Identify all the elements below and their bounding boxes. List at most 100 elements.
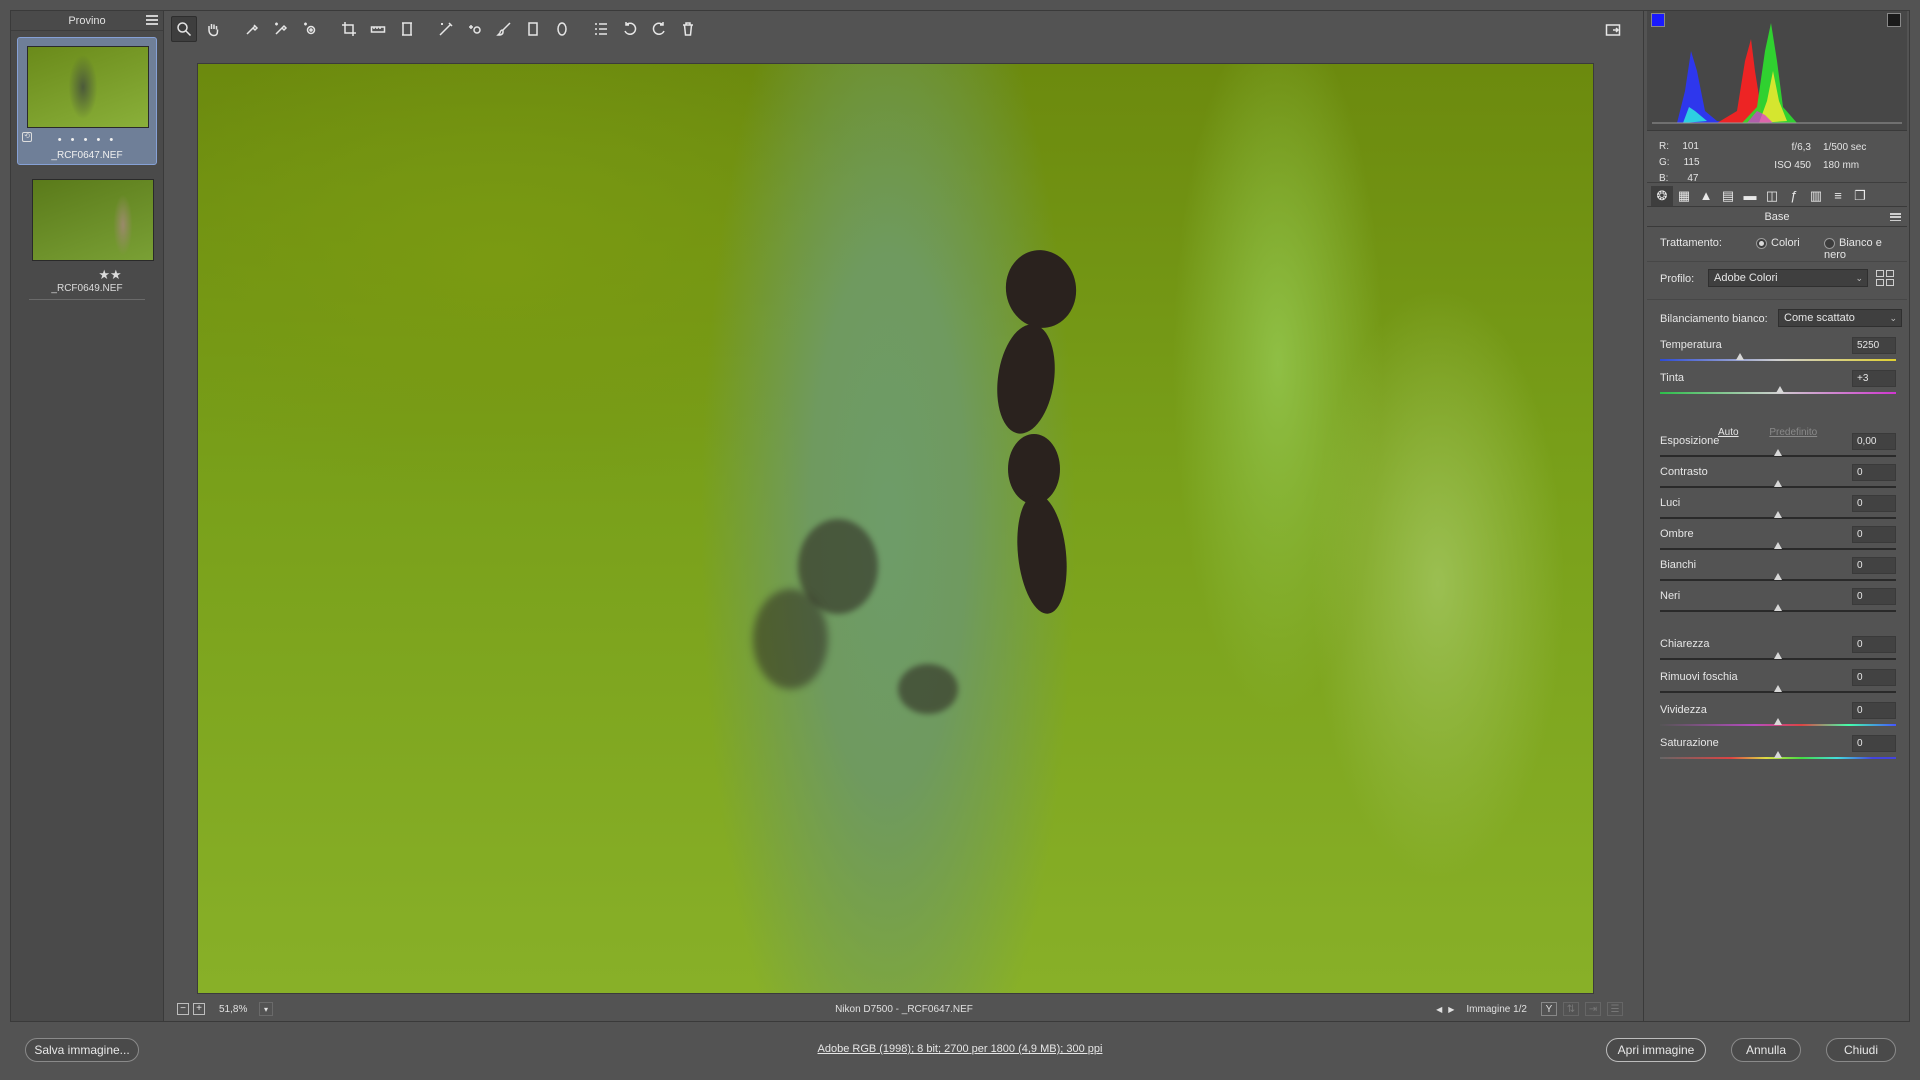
slider-thumb[interactable]	[1774, 604, 1782, 611]
previous-image-icon[interactable]: ◀	[1436, 1005, 1442, 1014]
slider-value-input[interactable]: 0	[1852, 526, 1896, 543]
slider-label: Tinta	[1660, 372, 1685, 384]
rotate-right-icon[interactable]	[646, 16, 672, 42]
slider-value-input[interactable]: 0,00	[1852, 433, 1896, 450]
transform-icon[interactable]	[394, 16, 420, 42]
detail-tab-icon[interactable]: ▲	[1695, 186, 1717, 206]
image-navigation: ◀ ▶ Immagine 1/2	[1436, 1004, 1527, 1015]
presets-tab-icon[interactable]: ≡	[1827, 186, 1849, 206]
targeted-adjust-icon[interactable]	[297, 16, 323, 42]
spot-removal-icon[interactable]	[433, 16, 459, 42]
trash-icon[interactable]	[675, 16, 701, 42]
cancel-button[interactable]: Annulla	[1731, 1038, 1801, 1062]
color-radio[interactable]: Colori	[1756, 237, 1800, 249]
slider-contrasto: Contrasto 0	[1660, 464, 1896, 496]
zoom-out-button[interactable]: −	[177, 1003, 189, 1015]
slider-track[interactable]	[1660, 359, 1896, 361]
shutter-speed: 1/500 sec	[1823, 142, 1867, 153]
aperture: f/6,3	[1791, 142, 1811, 153]
slider-label: Vividezza	[1660, 704, 1707, 716]
filmstrip-menu-icon[interactable]	[146, 15, 158, 25]
adjustment-brush-icon[interactable]	[491, 16, 517, 42]
split-toning-tab-icon[interactable]: ▬	[1739, 186, 1761, 206]
slider-bianchi: Bianchi 0	[1660, 557, 1896, 589]
slider-value-input[interactable]: 0	[1852, 464, 1896, 481]
crop-icon[interactable]	[336, 16, 362, 42]
chevron-down-icon: ⌄	[1855, 273, 1863, 283]
slider-thumb[interactable]	[1774, 480, 1782, 487]
tone-curve-tab-icon[interactable]: ▦	[1673, 186, 1695, 206]
slider-value-input[interactable]: 0	[1852, 735, 1896, 752]
hand-icon[interactable]	[200, 16, 226, 42]
rating-stars[interactable]: • • • • •	[18, 134, 156, 146]
status-bar: − + 51,8% ▾ Nikon D7500 - _RCF0647.NEF ◀…	[171, 997, 1637, 1021]
filmstrip-item[interactable]: ⟲ • • • • • _RCF0647.NEF	[17, 37, 157, 165]
slider-thumb[interactable]	[1774, 718, 1782, 725]
toggle-settings-icon[interactable]: ☰	[1607, 1002, 1623, 1016]
zoom-level: 51,8%	[219, 1003, 248, 1015]
slider-thumb[interactable]	[1774, 511, 1782, 518]
slider-thumb[interactable]	[1774, 573, 1782, 580]
ant-shape	[990, 320, 1062, 438]
slider-thumb[interactable]	[1774, 685, 1782, 692]
radial-filter-icon[interactable]	[549, 16, 575, 42]
auto-link[interactable]: Auto	[1718, 427, 1739, 438]
default-link[interactable]: Predefinito	[1769, 427, 1817, 438]
slider-ombre: Ombre 0	[1660, 526, 1896, 558]
histogram	[1647, 11, 1907, 131]
slider-value-input[interactable]: +3	[1852, 370, 1896, 387]
rating-stars[interactable]: ★★	[63, 267, 157, 283]
slider-value-input[interactable]: 0	[1852, 495, 1896, 512]
slider-value-input[interactable]: 0	[1852, 669, 1896, 686]
filmstrip-item[interactable]: ★★ _RCF0649.NEF	[17, 179, 157, 307]
straighten-icon[interactable]	[365, 16, 391, 42]
panel-menu-icon[interactable]	[1890, 213, 1901, 221]
panel-title-text: Base	[1764, 211, 1790, 223]
zoom-icon[interactable]	[171, 16, 197, 42]
slider-label: Ombre	[1660, 528, 1694, 540]
slider-thumb[interactable]	[1774, 449, 1782, 456]
slider-value-input[interactable]: 0	[1852, 588, 1896, 605]
red-eye-icon[interactable]	[462, 16, 488, 42]
effects-tab-icon[interactable]: ƒ	[1783, 186, 1805, 206]
slider-label: Esposizione	[1660, 435, 1720, 447]
slider-thumb[interactable]	[1774, 751, 1782, 758]
open-image-button[interactable]: Apri immagine	[1606, 1038, 1706, 1062]
copy-settings-icon[interactable]: ⇥	[1585, 1002, 1601, 1016]
slider-label: Luci	[1660, 497, 1681, 509]
slider-value-input[interactable]: 0	[1852, 636, 1896, 653]
slider-value-input[interactable]: 5250	[1852, 337, 1896, 354]
hsl-tab-icon[interactable]: ▤	[1717, 186, 1739, 206]
white-balance-icon[interactable]	[239, 16, 265, 42]
camera-calibration-tab-icon[interactable]: ▥	[1805, 186, 1827, 206]
photo-preview[interactable]	[197, 63, 1594, 994]
slider-thumb[interactable]	[1774, 542, 1782, 549]
slider-thumb[interactable]	[1776, 386, 1785, 393]
zoom-dropdown-icon[interactable]: ▾	[259, 1002, 273, 1016]
preferences-icon[interactable]	[588, 16, 614, 42]
thumbnail-filename: _RCF0649.NEF	[51, 283, 123, 294]
snapshots-tab-icon[interactable]: ❐	[1849, 186, 1871, 206]
before-after-button[interactable]: Y	[1541, 1002, 1557, 1016]
slider-thumb[interactable]	[1736, 353, 1745, 360]
swap-settings-icon[interactable]: ⇅	[1563, 1002, 1579, 1016]
fullscreen-icon[interactable]	[1600, 17, 1626, 43]
bw-radio[interactable]: Bianco e nero	[1824, 237, 1896, 261]
slider-value-input[interactable]: 0	[1852, 557, 1896, 574]
graduated-filter-icon[interactable]	[520, 16, 546, 42]
slider-thumb[interactable]	[1774, 652, 1782, 659]
zoom-in-button[interactable]: +	[193, 1003, 205, 1015]
profile-select[interactable]: Adobe Colori ⌄	[1708, 269, 1868, 287]
basic-tab-icon[interactable]: ❂	[1651, 185, 1673, 206]
color-sampler-icon[interactable]	[268, 16, 294, 42]
slider-value-input[interactable]: 0	[1852, 702, 1896, 719]
white-balance-select[interactable]: Come scattato ⌄	[1778, 309, 1902, 327]
panel-title: Base	[1647, 209, 1907, 227]
next-image-icon[interactable]: ▶	[1448, 1005, 1454, 1014]
rotate-left-icon[interactable]	[617, 16, 643, 42]
slider-label: Temperatura	[1660, 339, 1722, 351]
lens-corrections-tab-icon[interactable]: ◫	[1761, 186, 1783, 206]
close-button[interactable]: Chiudi	[1826, 1038, 1896, 1062]
profile-browser-icon[interactable]	[1876, 270, 1894, 286]
slider-temperatura: Temperatura 5250	[1660, 337, 1896, 369]
